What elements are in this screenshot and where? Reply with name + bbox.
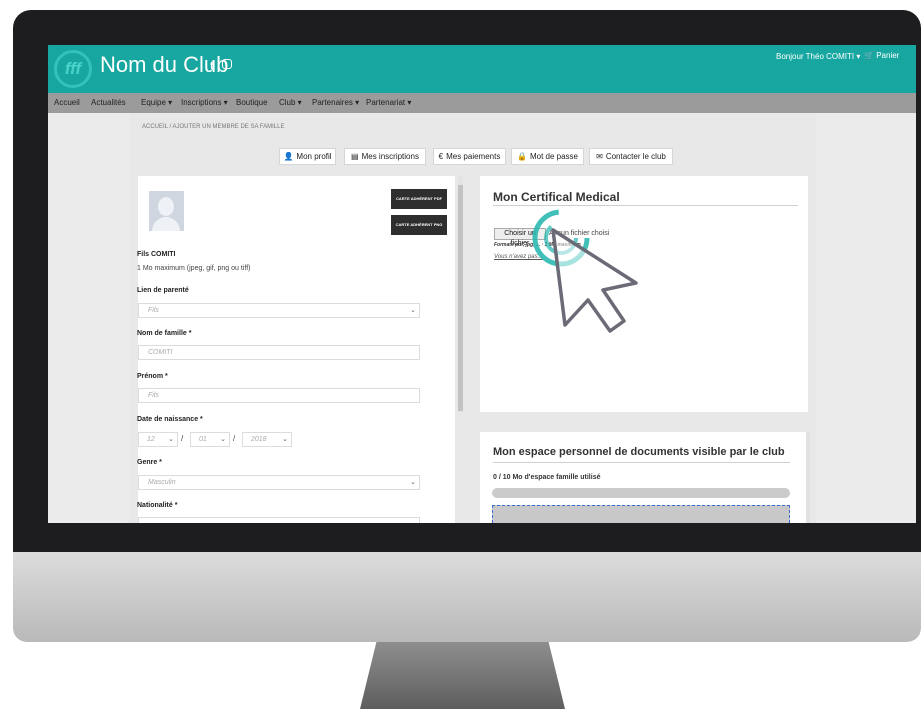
card-pdf-button[interactable]: CARTE ADHÉRENT PDF xyxy=(391,189,447,209)
photo-hint: 1 Mo maximum (jpeg, gif, png ou tiff) xyxy=(137,265,251,272)
cart-link[interactable]: 🛒 Panier xyxy=(864,51,899,60)
form-scrollbar-thumb[interactable] xyxy=(458,185,463,411)
facebook-icon[interactable]: f xyxy=(210,61,213,72)
storage-progress-bar xyxy=(492,488,790,498)
user-menu[interactable]: Bonjour Théo COMITI ▾ xyxy=(776,52,860,61)
lastname-input[interactable]: COMITI xyxy=(138,345,420,360)
relation-value: Fils xyxy=(148,307,159,314)
birthdate-label: Date de naissance * xyxy=(137,416,203,423)
chevron-down-icon: ⌄ xyxy=(282,436,288,443)
pointer-cursor-icon xyxy=(532,209,638,333)
tab-label: Mes paiements xyxy=(446,152,501,161)
birth-day-value: 12 xyxy=(147,436,155,443)
birth-month-select[interactable]: 01 ⌄ xyxy=(190,432,230,447)
certificate-title: Mon Certifical Medical xyxy=(493,190,620,204)
nationality-label: Nationalité * xyxy=(137,502,178,509)
birth-year-select[interactable]: 2018 ⌄ xyxy=(242,432,292,447)
gender-label: Genre * xyxy=(137,459,162,466)
tab-label: Mes inscriptions xyxy=(361,152,419,161)
chevron-down-icon: ⌄ xyxy=(410,479,416,486)
nav-item-accueil[interactable]: Accueil xyxy=(54,98,80,107)
firstname-input[interactable]: Fils xyxy=(138,388,420,403)
documents-divider xyxy=(493,462,790,463)
instagram-icon[interactable] xyxy=(222,59,232,69)
birth-month-value: 01 xyxy=(199,436,207,443)
screen: fff Nom du Club f Bonjour Théo COMITI ▾ … xyxy=(48,45,916,523)
tab-mon-profil[interactable]: 👤 Mon profil xyxy=(279,148,336,165)
date-separator: / xyxy=(233,434,236,443)
member-name: Fils COMITI xyxy=(137,251,176,258)
monitor-chin xyxy=(13,552,921,642)
tab-mes-inscriptions[interactable]: ▤ Mes inscriptions xyxy=(344,148,426,165)
birth-year-value: 2018 xyxy=(251,436,267,443)
cart-icon: 🛒 xyxy=(864,51,874,60)
date-separator: / xyxy=(181,434,184,443)
avatar-head xyxy=(158,197,174,216)
lock-icon: 🔒 xyxy=(517,152,527,161)
envelope-icon: ✉ xyxy=(596,152,603,161)
nav-item-equipe[interactable]: Equipe ▾ xyxy=(141,98,172,107)
monitor-stand xyxy=(360,642,565,709)
tab-label: Contacter le club xyxy=(605,152,666,161)
nav-item-inscriptions[interactable]: Inscriptions ▾ xyxy=(181,98,228,107)
tab-mot-de-passe[interactable]: 🔒 Mot de passe xyxy=(511,148,584,165)
user-icon: 👤 xyxy=(283,152,294,161)
tab-label: Mon profil xyxy=(296,152,332,161)
nav-item-actualites[interactable]: Actualités xyxy=(91,98,126,107)
gender-select[interactable]: Masculin ⌄ xyxy=(138,475,420,490)
nav-item-partenaires[interactable]: Partenaires ▾ xyxy=(312,98,359,107)
tab-label: Mot de passe xyxy=(529,152,578,161)
chevron-down-icon: ⌄ xyxy=(220,436,226,443)
nationality-select[interactable] xyxy=(138,517,420,523)
chevron-down-icon: ⌄ xyxy=(168,436,174,443)
lastname-label: Nom de famille * xyxy=(137,330,192,337)
cart-label: Panier xyxy=(876,51,900,60)
documents-scrollbar[interactable] xyxy=(806,432,810,523)
gender-value: Masculin xyxy=(148,479,176,486)
breadcrumb[interactable]: ACCUEIL / AJOUTER UN MEMBRE DE SA FAMILL… xyxy=(142,124,284,130)
nav-item-partenariat[interactable]: Partenariat ▾ xyxy=(366,98,411,107)
firstname-label: Prénom * xyxy=(137,373,168,380)
chevron-down-icon: ⌄ xyxy=(410,307,416,314)
tab-mes-paiements[interactable]: € Mes paiements xyxy=(433,148,506,165)
list-icon: ▤ xyxy=(351,152,359,161)
birth-day-select[interactable]: 12 ⌄ xyxy=(138,432,178,447)
euro-icon: € xyxy=(438,152,444,161)
club-logo[interactable]: fff xyxy=(54,50,92,88)
main-nav: Accueil Actualités Equipe ▾ Inscriptions… xyxy=(48,93,916,113)
storage-usage-text: 0 / 10 Mo d'espace famille utilisé xyxy=(493,474,601,481)
nav-item-boutique[interactable]: Boutique xyxy=(236,98,268,107)
document-drop-zone[interactable] xyxy=(492,505,790,523)
tab-contacter-le-club[interactable]: ✉ Contacter le club xyxy=(589,148,673,165)
nav-item-club[interactable]: Club ▾ xyxy=(279,98,302,107)
card-png-button[interactable]: CARTE ADHÉRENT PNG xyxy=(391,215,447,235)
documents-title: Mon espace personnel de documents visibl… xyxy=(493,446,785,458)
relation-select[interactable]: Fils ⌄ xyxy=(138,303,420,318)
site-header: fff Nom du Club f Bonjour Théo COMITI ▾ … xyxy=(48,45,916,93)
relation-label: Lien de parenté xyxy=(137,287,189,294)
